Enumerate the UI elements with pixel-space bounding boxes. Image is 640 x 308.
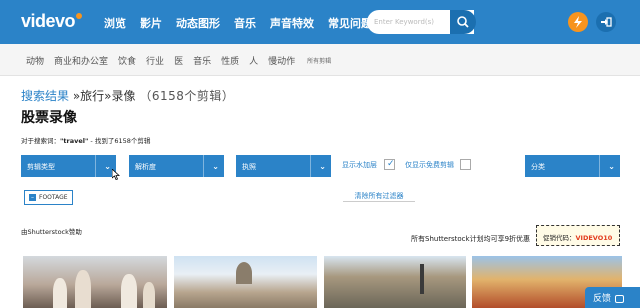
chevron-down-icon: ⌄ xyxy=(319,162,326,171)
clear-filters-button[interactable]: 清除所有过滤器 xyxy=(343,188,415,202)
show-watermark-label: 显示水加层 xyxy=(342,161,377,169)
nav-sound-effects[interactable]: 声音特效 xyxy=(270,15,314,31)
free-only-checkbox[interactable] xyxy=(460,159,471,170)
login-button[interactable] xyxy=(596,12,616,32)
show-watermark-checkbox[interactable]: ✓ xyxy=(384,159,395,170)
remove-icon[interactable]: – xyxy=(29,194,36,201)
clip-type-dropdown[interactable]: 剪辑类型 ⌄ xyxy=(21,155,116,177)
chevron-down-icon: ⌄ xyxy=(104,162,111,171)
chat-icon xyxy=(615,294,625,303)
mouse-cursor-icon xyxy=(112,169,120,180)
video-thumbnail[interactable] xyxy=(174,256,317,308)
clip-count: （6158个剪辑） xyxy=(139,89,235,103)
sponsored-label: 由Shutterstock赞助 xyxy=(21,228,82,236)
discount-text: 所有Shutterstock计划均可享9折优惠 xyxy=(411,235,531,243)
category-bar: 动物 商业和办公室 饮食 行业 医 音乐 性质 人 慢动作 所有剪辑 xyxy=(0,44,640,76)
nav-motion-graphics[interactable]: 动态图形 xyxy=(176,15,220,31)
breadcrumb-path: »旅行»录像 xyxy=(69,89,136,103)
category-medical[interactable]: 医 xyxy=(174,54,183,67)
nav-footage[interactable]: 影片 xyxy=(140,15,162,31)
upload-button[interactable] xyxy=(568,12,588,32)
category-nature[interactable]: 性质 xyxy=(221,54,239,67)
category-slow-motion[interactable]: 慢动作 xyxy=(268,54,295,67)
top-bar: videvo 浏览 影片 动态图形 音乐 声音特效 常见问题解答 Enter K… xyxy=(0,0,640,44)
promo-code-box: 促销代码：VIDEVO10 xyxy=(536,225,620,246)
breadcrumb: 搜索结果 »旅行»录像 （6158个剪辑） xyxy=(21,87,234,104)
chevron-down-icon: ⌄ xyxy=(608,162,615,171)
nav-music[interactable]: 音乐 xyxy=(234,15,256,31)
search-icon xyxy=(457,16,469,28)
breadcrumb-search-results[interactable]: 搜索结果 xyxy=(21,89,69,103)
page-title: 股票录像 xyxy=(21,110,77,126)
main-nav: 浏览 影片 动态图形 音乐 声音特效 常见问题解答 xyxy=(104,15,408,31)
search-button[interactable] xyxy=(450,10,476,34)
license-dropdown[interactable]: 执照 ⌄ xyxy=(236,155,331,177)
category-animals[interactable]: 动物 xyxy=(26,54,44,67)
category-food[interactable]: 饮食 xyxy=(118,54,136,67)
chevron-down-icon: ⌄ xyxy=(212,162,219,171)
category-music[interactable]: 音乐 xyxy=(193,54,211,67)
all-clips-link[interactable]: 所有剪辑 xyxy=(307,56,331,65)
free-only-label: 仅显示免费剪辑 xyxy=(405,161,454,169)
category-people[interactable]: 人 xyxy=(249,54,258,67)
feedback-button[interactable]: 反馈 xyxy=(585,287,640,308)
nav-browse[interactable]: 浏览 xyxy=(104,15,126,31)
search-summary: 对于搜索词："travel" - 找到了6158个剪辑 xyxy=(21,137,151,145)
resolution-dropdown[interactable]: 解析度 ⌄ xyxy=(129,155,224,177)
video-thumbnail[interactable] xyxy=(324,256,466,308)
promo-code: VIDEVO10 xyxy=(575,234,613,242)
logo[interactable]: videvo xyxy=(21,11,83,32)
sign-in-icon xyxy=(601,17,612,27)
category-industry[interactable]: 行业 xyxy=(146,54,164,67)
active-filter-tag[interactable]: – FOOTAGE xyxy=(24,190,73,205)
category-business[interactable]: 商业和办公室 xyxy=(54,54,108,67)
bolt-icon xyxy=(574,16,582,28)
check-icon: ✓ xyxy=(387,159,395,169)
category-dropdown[interactable]: 分类 ⌄ xyxy=(525,155,620,177)
video-thumbnail[interactable] xyxy=(23,256,167,308)
